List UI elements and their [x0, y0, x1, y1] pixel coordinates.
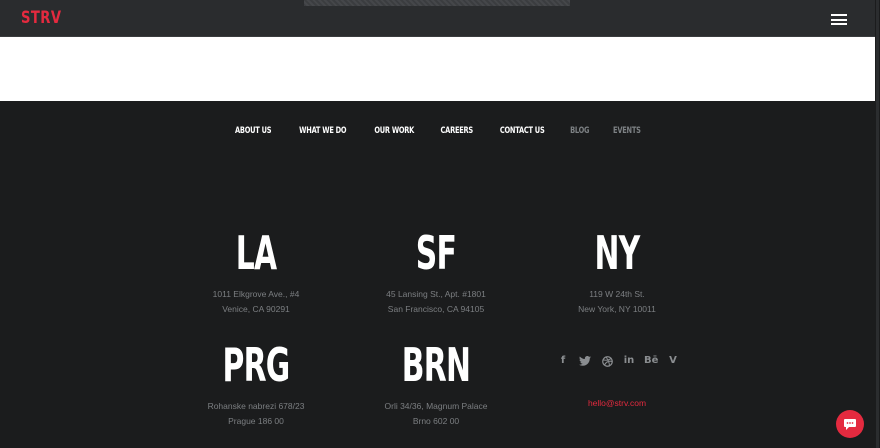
footer-nav-blog[interactable]: BLOG [570, 126, 589, 136]
office-address-line1: Orli 34/36, Magnum Palace [384, 401, 488, 411]
office-address-line1: 1011 Elkgrove Ave., #4 [212, 289, 300, 299]
facebook-icon[interactable]: f [556, 354, 570, 368]
office-address-line1: 119 W 24th St. [589, 289, 645, 299]
contact-email-link[interactable]: hello@strv.com [517, 398, 717, 408]
top-header: STRV [0, 0, 875, 37]
office-prg: PRG Rohanske nabrezi 678/23 Prague 186 0… [156, 342, 356, 429]
footer-nav-what-we-do[interactable]: WHAT WE DO [299, 126, 346, 136]
twitter-icon[interactable] [578, 356, 592, 366]
footer-nav-our-work[interactable]: OUR WORK [375, 126, 415, 136]
dribbble-icon[interactable] [600, 355, 614, 367]
vimeo-icon[interactable]: V [666, 354, 680, 368]
office-code: BRN [401, 338, 471, 392]
office-address-line1: 45 Lansing St., Apt. #1801 [386, 289, 486, 299]
social-links: f in Bē V [556, 353, 680, 369]
chat-button[interactable] [836, 410, 864, 438]
footer-nav-contact-us[interactable]: CONTACT US [500, 126, 545, 136]
scrollbar-thumb[interactable] [876, 0, 879, 448]
footer-nav-careers[interactable]: CAREERS [441, 126, 474, 136]
office-address-line2: San Francisco, CA 94105 [387, 304, 485, 314]
behance-icon[interactable]: Bē [644, 354, 658, 368]
chat-bubble-icon [844, 419, 856, 430]
strv-logo[interactable]: STRV [21, 8, 61, 28]
office-sf: SF 45 Lansing St., Apt. #1801 San Franci… [336, 230, 536, 317]
office-code: PRG [222, 338, 290, 392]
office-ny: NY 119 W 24th St. New York, NY 10011 [517, 230, 717, 317]
white-content-band [0, 37, 875, 101]
office-address-line2: Venice, CA 90291 [222, 304, 290, 314]
office-address-line2: New York, NY 10011 [578, 304, 656, 314]
office-la: LA 1011 Elkgrove Ave., #4 Venice, CA 902… [156, 230, 356, 317]
office-code: LA [235, 226, 277, 280]
footer-nav: ABOUT US WHAT WE DO OUR WORK CAREERS CON… [0, 118, 875, 137]
hamburger-menu-icon[interactable] [831, 14, 847, 25]
footer-nav-events[interactable]: EVENTS [613, 126, 641, 136]
footer-nav-about-us[interactable]: ABOUT US [235, 126, 272, 136]
office-address-line2: Brno 602 00 [412, 416, 460, 426]
linkedin-icon[interactable]: in [622, 354, 636, 368]
office-code: NY [594, 226, 640, 280]
office-brn: BRN Orli 34/36, Magnum Palace Brno 602 0… [336, 342, 536, 429]
office-code: SF [415, 226, 457, 280]
office-address-line2: Prague 186 00 [228, 416, 284, 426]
top-scroll-strip [304, 0, 570, 6]
office-address-line1: Rohanske nabrezi 678/23 [207, 401, 305, 411]
